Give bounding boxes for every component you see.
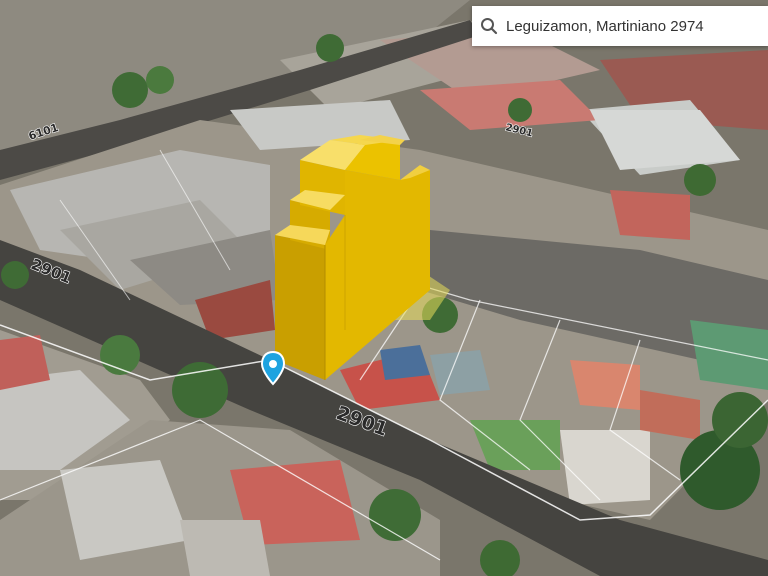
map-3d-view[interactable]: 2901 2901 6101 2901 [0, 0, 768, 576]
search-bar[interactable] [472, 6, 768, 46]
search-icon[interactable] [480, 16, 498, 36]
search-input[interactable] [498, 11, 705, 41]
location-pin-icon[interactable] [0, 0, 768, 576]
